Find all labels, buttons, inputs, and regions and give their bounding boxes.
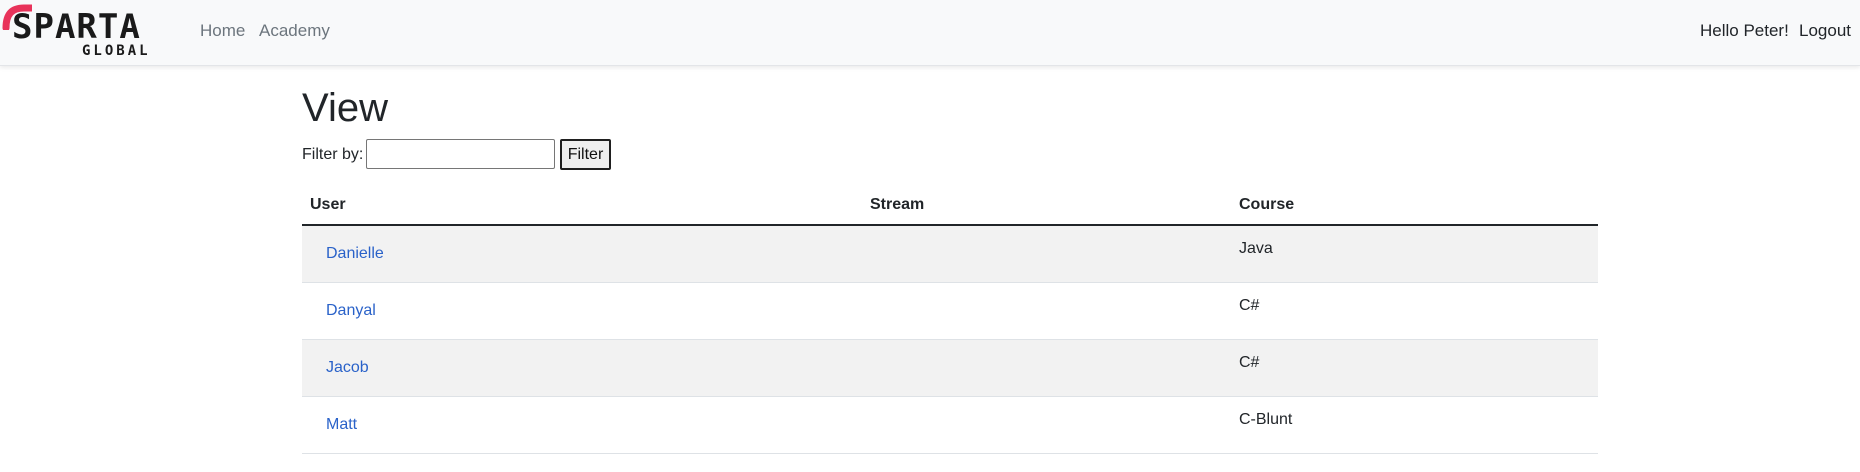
column-header-user: User: [302, 186, 862, 226]
navbar: SPARTA GLOBAL Home Academy Hello Peter! …: [0, 0, 1860, 66]
table-row: Danielle Java: [302, 225, 1598, 283]
stream-cell: [862, 396, 1231, 454]
user-link[interactable]: Matt: [326, 416, 357, 433]
stream-cell: [862, 339, 1231, 397]
user-cell: Danyal: [302, 282, 862, 340]
stream-cell: [862, 282, 1231, 340]
nav-home-link[interactable]: Home: [200, 21, 245, 41]
nav-academy-link[interactable]: Academy: [259, 21, 330, 41]
logout-link[interactable]: Logout: [1799, 21, 1851, 41]
table-header-row: User Stream Course: [302, 186, 1598, 226]
course-cell: Java: [1231, 225, 1598, 283]
column-header-course: Course: [1231, 186, 1598, 226]
filter-input[interactable]: [366, 139, 555, 169]
sparta-global-logo[interactable]: SPARTA GLOBAL: [0, 0, 160, 66]
table-row: Matt C-Blunt: [302, 396, 1598, 454]
course-cell: C#: [1231, 339, 1598, 397]
page-title: View: [302, 86, 388, 130]
filter-button[interactable]: Filter: [560, 139, 611, 170]
user-cell: Matt: [302, 396, 862, 454]
course-cell: C-Blunt: [1231, 396, 1598, 454]
user-greeting: Hello Peter!: [1700, 21, 1789, 40]
user-table: User Stream Course Danielle Java Danyal …: [302, 186, 1598, 454]
course-cell: C#: [1231, 282, 1598, 340]
user-link[interactable]: Danyal: [326, 302, 376, 319]
user-link[interactable]: Jacob: [326, 359, 369, 376]
table-row: Danyal C#: [302, 282, 1598, 340]
logo-tagline: GLOBAL: [82, 43, 151, 59]
stream-cell: [862, 225, 1231, 283]
user-cell: Danielle: [302, 225, 862, 283]
column-header-stream: Stream: [862, 186, 1231, 226]
filter-label: Filter by:: [302, 146, 364, 163]
user-link[interactable]: Danielle: [326, 245, 384, 262]
user-cell: Jacob: [302, 339, 862, 397]
table-row: Jacob C#: [302, 339, 1598, 397]
logo-wordmark: SPARTA: [12, 7, 141, 47]
